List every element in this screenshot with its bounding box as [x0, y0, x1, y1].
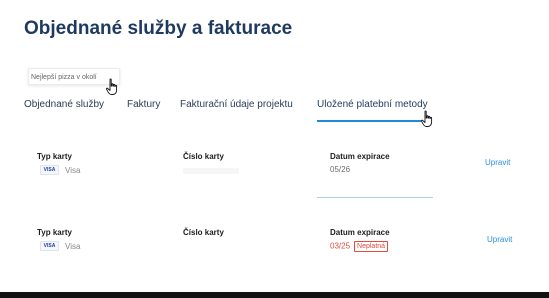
card-number-label: Číslo karty	[183, 152, 224, 161]
active-tab-indicator	[317, 120, 421, 122]
payment-method-row: Typ karty VISA Visa Číslo karty Datum ex…	[0, 226, 549, 276]
edit-link[interactable]: Upravit	[485, 158, 510, 167]
tab-saved-payment-methods[interactable]: Uložené platební metody	[317, 99, 428, 110]
row-divider	[317, 197, 433, 198]
card-number-label: Číslo karty	[183, 228, 224, 237]
visa-card-icon: VISA	[40, 241, 59, 251]
payment-method-row: Typ karty VISA Visa Číslo karty Datum ex…	[0, 150, 549, 200]
visa-card-icon: VISA	[40, 165, 59, 175]
card-brand: VISA Visa	[40, 165, 80, 175]
card-type-value: Visa	[65, 165, 81, 175]
hand-pointer-icon	[420, 110, 434, 128]
page-title: Objednané služby a fakturace	[24, 18, 293, 39]
card-brand: VISA Visa	[40, 241, 80, 251]
expiry-label: Datum expirace	[330, 228, 390, 237]
tab-invoices[interactable]: Faktury	[127, 99, 160, 110]
invalid-badge: Neplatná	[354, 241, 389, 252]
expiry-value: 03/25 Neplatná	[330, 241, 389, 252]
card-number-value	[183, 168, 239, 174]
billing-tabs: Objednané služby Faktury Fakturační údaj…	[0, 99, 549, 125]
project-select-value: Nejlepší pizza v okolí	[31, 74, 97, 81]
edit-link[interactable]: Upravit	[487, 235, 512, 244]
expiry-label: Datum expirace	[330, 152, 390, 161]
expiry-date: 03/25	[330, 241, 351, 251]
tab-project-billing-info[interactable]: Fakturační údaje projektu	[180, 99, 293, 110]
billing-page: Objednané služby a fakturace Nejlepší pi…	[0, 0, 549, 298]
card-type-value: Visa	[65, 241, 81, 251]
expiry-value: 05/26	[330, 165, 351, 174]
tab-ordered-services[interactable]: Objednané služby	[24, 99, 104, 110]
card-type-label: Typ karty	[37, 228, 72, 237]
hand-pointer-icon	[105, 78, 119, 96]
bottom-bar	[0, 292, 549, 298]
card-type-label: Typ karty	[37, 152, 72, 161]
